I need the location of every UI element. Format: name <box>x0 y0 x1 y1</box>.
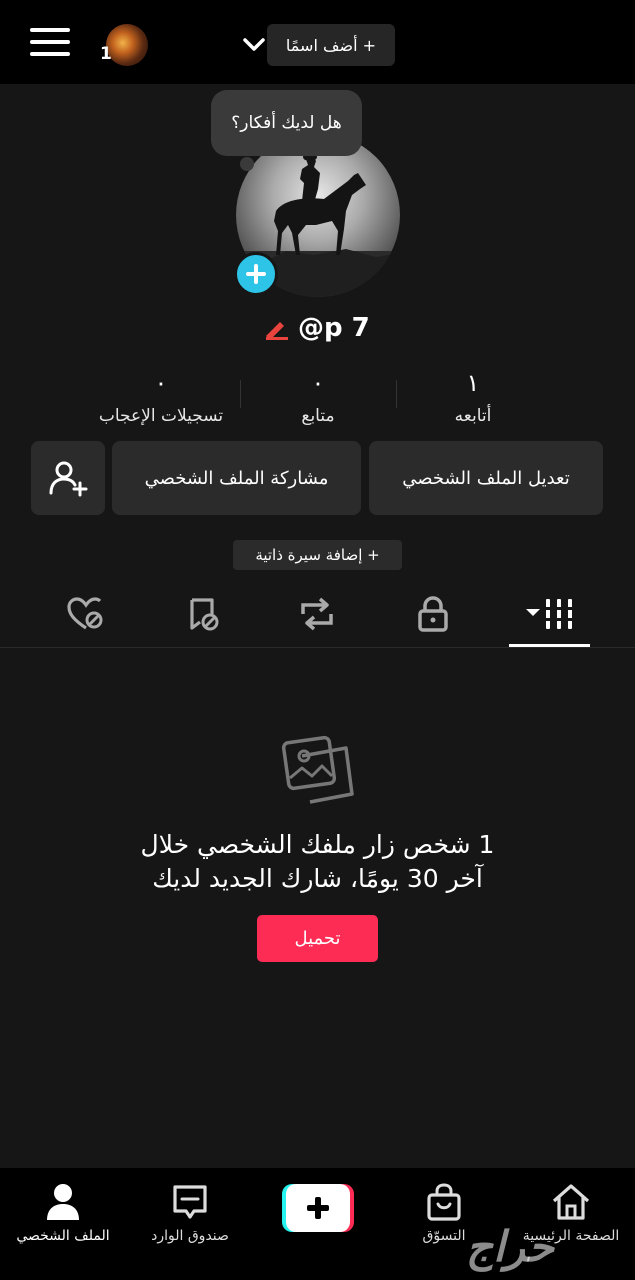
add-name-button[interactable]: + أضف اسمًا <box>267 24 395 66</box>
empty-state-message: 1 شخص زار ملفك الشخصي خلال آخر 30 يومًا،… <box>80 828 555 896</box>
stat-label: أتابعه <box>454 406 492 426</box>
nav-inbox[interactable]: صندوق الوارد <box>130 1180 250 1260</box>
chevron-down-icon[interactable] <box>241 32 267 56</box>
username-row: @p 7 <box>262 308 392 348</box>
plus-icon <box>246 264 266 284</box>
empty-state-line-2: آخر 30 يومًا، شارك الجديد لديك <box>152 864 483 893</box>
thought-bubble[interactable]: هل لديك أفكار؟ <box>211 90 362 156</box>
edit-pencil-icon[interactable] <box>262 316 290 340</box>
nav-profile-label: الملف الشخصي <box>16 1228 110 1244</box>
divider <box>240 380 241 408</box>
username: @p 7 <box>298 313 370 343</box>
nav-inbox-label: صندوق الوارد <box>151 1228 229 1244</box>
account-avatar[interactable] <box>106 24 148 66</box>
upload-button[interactable]: تحميل <box>257 915 378 962</box>
stat-value: ٠ <box>311 369 325 397</box>
share-profile-button[interactable]: مشاركة الملف الشخصي <box>112 441 361 515</box>
favorites-hidden-icon <box>190 598 219 631</box>
active-tab-indicator <box>509 644 590 647</box>
tab-reposts[interactable] <box>277 592 357 636</box>
nav-profile[interactable]: الملف الشخصي <box>3 1180 123 1260</box>
repost-icon <box>301 597 333 631</box>
tab-liked[interactable] <box>46 592 126 636</box>
add-user-icon <box>49 461 88 497</box>
create-plus-icon <box>282 1184 354 1232</box>
stat-label: تسجيلات الإعجاب <box>98 406 224 426</box>
lock-icon <box>418 596 448 632</box>
tab-videos[interactable] <box>510 592 590 636</box>
profile-icon <box>47 1184 79 1220</box>
photos-icon <box>281 735 354 804</box>
stat-likes[interactable]: ٠ تسجيلات الإعجاب <box>86 366 236 426</box>
add-friend-button[interactable] <box>31 441 105 515</box>
stat-value: ٠ <box>154 369 168 397</box>
stat-value: ١ <box>466 369 480 397</box>
add-bio-button[interactable]: + إضافة سيرة ذاتية <box>233 540 402 570</box>
videos-grid-icon <box>526 599 574 629</box>
profile-screen: 1 + أضف اسمًا هل لديك أفكار؟ @p 7 ١ أتاب… <box>0 0 635 1280</box>
top-bar: 1 + أضف اسمًا <box>0 0 635 84</box>
tab-private[interactable] <box>393 592 473 636</box>
liked-hidden-icon <box>67 597 103 630</box>
stat-followers[interactable]: ٠ متابع <box>243 366 393 426</box>
stat-label: متابع <box>301 406 335 426</box>
tab-favorites[interactable] <box>164 592 244 636</box>
content-tabs <box>0 580 635 648</box>
bubble-tail <box>240 157 254 171</box>
stat-following[interactable]: ١ أتابعه <box>398 366 548 426</box>
shopping-bag-icon <box>427 1183 461 1221</box>
add-photo-button[interactable] <box>234 252 278 296</box>
menu-icon[interactable] <box>30 28 70 62</box>
notification-count: 1 <box>100 44 112 64</box>
create-button[interactable] <box>282 1184 354 1232</box>
divider <box>396 380 397 408</box>
empty-state-line-1: 1 شخص زار ملفك الشخصي خلال <box>140 830 495 859</box>
inbox-icon <box>173 1185 207 1219</box>
edit-profile-button[interactable]: تعديل الملف الشخصي <box>369 441 603 515</box>
home-icon <box>552 1184 590 1220</box>
watermark: حراج <box>466 1222 554 1271</box>
